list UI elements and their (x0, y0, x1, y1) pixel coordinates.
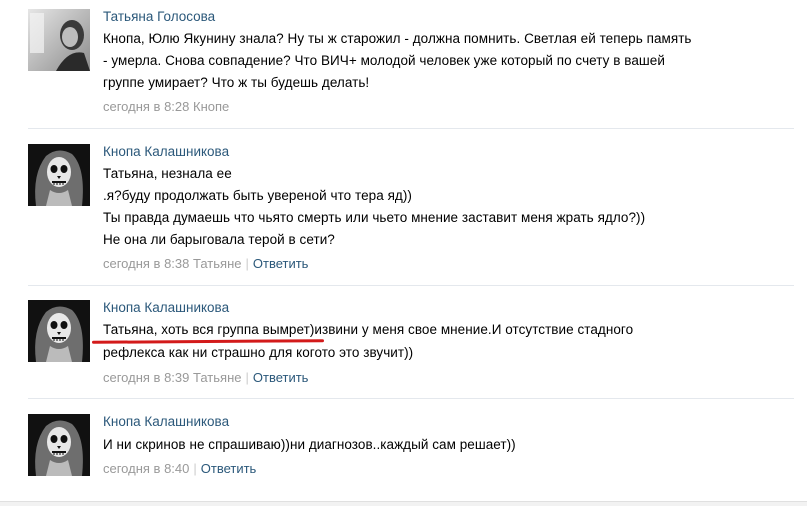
comment-timestamp[interactable]: сегодня в 8:38 (103, 256, 189, 271)
meta-separator: | (193, 461, 197, 476)
reply-button[interactable]: Ответить (201, 461, 257, 476)
comment-meta: сегодня в 8:38 Татьяне | Ответить (103, 256, 308, 271)
comment-text-line: Не она ли барыговала терой в сети? (103, 232, 335, 247)
reply-button[interactable]: Ответить (253, 370, 309, 385)
skull-makeup-avatar-icon (28, 414, 90, 476)
comment-text-line: Татьяна, хоть вся группа вымрет)извини у… (103, 322, 634, 337)
comment-text-line: Кнопа, Юлю Якунину знала? Ну ты ж старож… (103, 31, 692, 46)
comment-author[interactable]: Кнопа Калашникова (103, 414, 229, 429)
meta-separator: | (245, 256, 249, 271)
comment-reply-to[interactable]: Татьяне (193, 256, 241, 271)
avatar[interactable] (28, 9, 90, 71)
comments-page: Татьяна Голосова Кнопа, Юлю Якунину знал… (0, 0, 807, 506)
skull-makeup-avatar-icon (28, 300, 90, 362)
comment-text-line: .я?буду продолжать быть уверенoй что тер… (103, 188, 412, 203)
comment-divider (28, 285, 794, 286)
skull-makeup-avatar-icon (28, 144, 90, 206)
woman-photo-avatar-icon (28, 9, 90, 71)
red-highlight-underline (91, 339, 325, 344)
comment-author[interactable]: Кнопа Калашникова (103, 144, 229, 159)
comment-text-line: Ты правда думаешь что чьято смерть или ч… (103, 210, 646, 225)
comment-meta: сегодня в 8:39 Татьяне | Ответить (103, 370, 308, 385)
comment-divider (28, 398, 794, 399)
comment-text-line: Татьяна, незнала ее (103, 166, 232, 181)
meta-separator: | (245, 370, 249, 385)
comment-timestamp[interactable]: сегодня в 8:39 (103, 370, 189, 385)
comment-meta: сегодня в 8:28 Кнопе (103, 99, 229, 114)
comment-text-line: - умерла. Снова совпадение? Что ВИЧ+ мол… (103, 53, 665, 68)
page-bottom-edge (0, 501, 807, 506)
avatar[interactable] (28, 300, 90, 362)
comment-author[interactable]: Кнопа Калашникова (103, 300, 229, 315)
comment-reply-to[interactable]: Кнопе (193, 99, 229, 114)
comment-divider (28, 128, 794, 129)
comment-timestamp[interactable]: сегодня в 8:40 (103, 461, 189, 476)
comment-text-line: И ни скринов не спрашиваю))ни диагнозов.… (103, 437, 516, 452)
comment-meta: сегодня в 8:40 | Ответить (103, 461, 256, 476)
comment-text-line: рефлекса как ни страшно для когото это з… (103, 345, 414, 360)
avatar[interactable] (28, 414, 90, 476)
comment-reply-to[interactable]: Татьяне (193, 370, 241, 385)
avatar[interactable] (28, 144, 90, 206)
comment-author[interactable]: Татьяна Голосова (103, 9, 215, 24)
reply-button[interactable]: Ответить (253, 256, 309, 271)
comment-text-line: группе умирает? Что ж ты будешь делать! (103, 75, 370, 90)
comment-timestamp[interactable]: сегодня в 8:28 (103, 99, 189, 114)
